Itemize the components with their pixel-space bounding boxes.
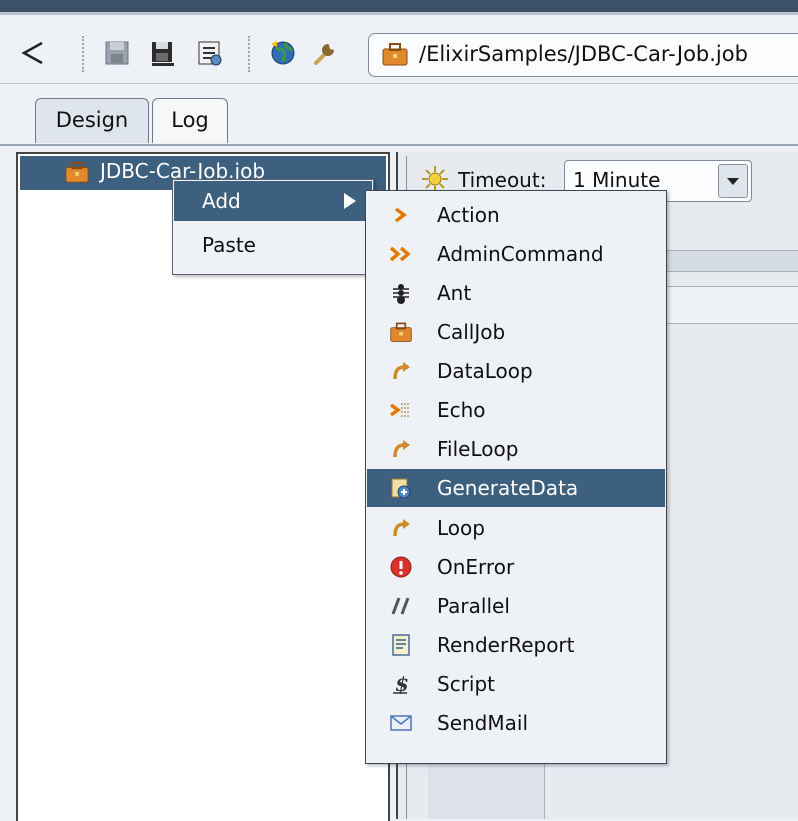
loop-arrow-icon [393, 440, 410, 458]
path-field[interactable]: /ElixirSamples/JDBC-Car-Job.job [368, 33, 798, 77]
submenu-item-echo[interactable]: Echo [367, 391, 665, 429]
tab-log-label: Log [171, 108, 209, 132]
report-icon [392, 634, 410, 656]
loop-arrow-icon [393, 362, 410, 380]
tab-design-label: Design [55, 108, 129, 132]
menu-item-add[interactable]: Add [174, 181, 372, 221]
dropdown-arrow-button[interactable] [718, 164, 748, 198]
save-disabled-icon[interactable] [102, 38, 132, 68]
toolbar-separator [248, 36, 250, 72]
timeout-value: 1 Minute [573, 168, 661, 192]
loop-arrow-icon [393, 519, 410, 537]
script-dollar-icon: $ [393, 672, 409, 696]
submenu-item-generatedata[interactable]: GenerateData [367, 469, 665, 507]
submenu-item-script[interactable]: $ Script [367, 665, 665, 703]
context-menu: Add Paste [172, 179, 374, 275]
briefcase-icon [390, 322, 412, 342]
parallel-icon [391, 597, 410, 615]
submenu-item-label: SendMail [437, 711, 528, 735]
tab-log[interactable]: Log [152, 98, 228, 143]
submenu-item-fileloop[interactable]: FileLoop [367, 430, 665, 468]
submenu-item-label: FileLoop [437, 437, 519, 461]
action-chevron-icon [394, 207, 407, 223]
submenu-item-sendmail[interactable]: SendMail [367, 704, 665, 742]
submenu-item-label: Echo [437, 398, 486, 422]
timeout-label: Timeout: [458, 168, 547, 192]
envelope-icon [390, 715, 412, 731]
submenu-item-label: DataLoop [437, 359, 533, 383]
submenu-item-admincommand[interactable]: AdminCommand [367, 235, 665, 273]
add-submenu: Action AdminCommand Ant CallJob DataLoop… [365, 190, 667, 764]
submenu-item-calljob[interactable]: CallJob [367, 313, 665, 351]
submenu-item-label: OnError [437, 555, 515, 579]
submenu-item-loop[interactable]: Loop [367, 509, 665, 547]
toolbar-separator [82, 36, 84, 72]
echo-icon [389, 403, 409, 417]
submenu-item-dataloop[interactable]: DataLoop [367, 352, 665, 390]
globe-run-icon[interactable] [268, 38, 298, 68]
double-chevron-icon [389, 246, 411, 262]
submenu-item-label: Script [437, 672, 496, 696]
submenu-item-ant[interactable]: Ant [367, 274, 665, 312]
submenu-item-label: GenerateData [437, 476, 579, 500]
submenu-item-label: Action [437, 203, 500, 227]
submenu-arrow-icon [344, 193, 356, 209]
generate-data-icon [391, 478, 411, 499]
path-text: /ElixirSamples/JDBC-Car-Job.job [419, 42, 748, 66]
properties-icon[interactable] [194, 38, 224, 68]
window-title-bar [0, 0, 798, 12]
submenu-item-label: RenderReport [437, 633, 575, 657]
error-icon [390, 556, 412, 578]
submenu-item-label: CallJob [437, 320, 506, 344]
submenu-item-onerror[interactable]: OnError [367, 548, 665, 586]
save-all-icon[interactable] [148, 38, 178, 68]
tab-design[interactable]: Design [35, 98, 149, 143]
submenu-item-renderreport[interactable]: RenderReport [367, 626, 665, 664]
submenu-item-label: Ant [437, 281, 472, 305]
menu-item-add-label: Add [202, 189, 241, 213]
menu-item-paste-label: Paste [202, 233, 256, 257]
menu-item-paste[interactable]: Paste [174, 225, 372, 265]
chevron-down-icon [727, 178, 739, 185]
submenu-item-label: Parallel [437, 594, 510, 618]
back-icon[interactable] [18, 38, 48, 68]
submenu-item-label: AdminCommand [437, 242, 604, 266]
ant-icon [393, 284, 409, 304]
submenu-item-label: Loop [437, 516, 485, 540]
submenu-item-action[interactable]: Action [367, 196, 665, 234]
briefcase-icon [382, 43, 408, 66]
submenu-item-parallel[interactable]: Parallel [367, 587, 665, 625]
wrench-icon[interactable] [310, 38, 340, 68]
briefcase-icon [65, 161, 89, 183]
